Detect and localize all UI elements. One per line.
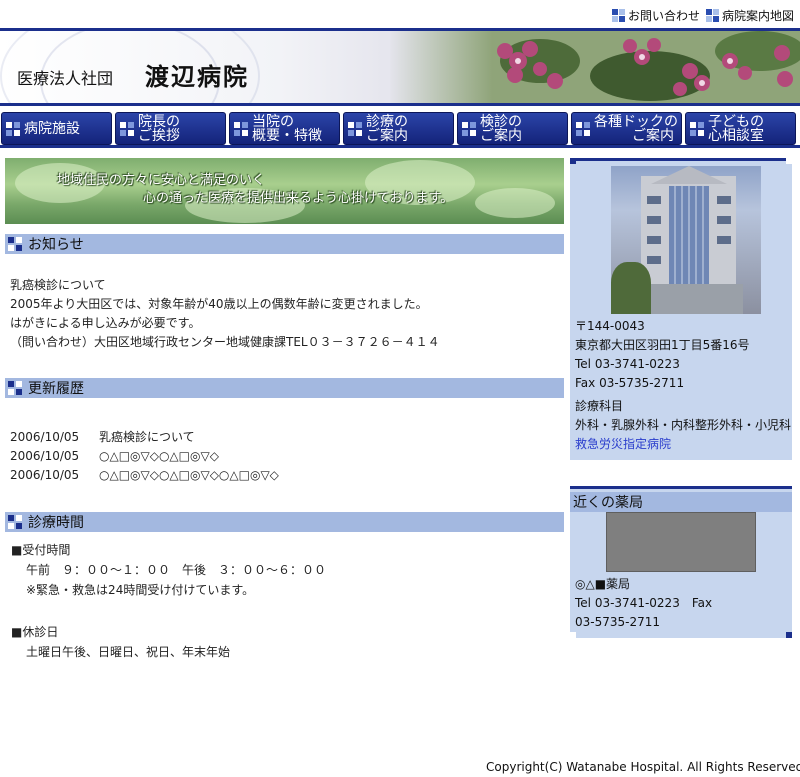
pharmacy-title: 近くの薬局 (573, 495, 643, 511)
nav-treatment-guide[interactable]: 診療の ご案内 (343, 112, 454, 145)
checker-bullet-icon (690, 121, 704, 136)
pharmacy-fax-number: 03-5735-2711 (575, 615, 661, 629)
logo-org-type: 医療法人社団 (17, 69, 114, 88)
checker-bullet-icon (705, 8, 719, 22)
dept-list: 外科・乳腺外科・内科整形外科・小児科 (575, 418, 792, 432)
nav-overview[interactable]: 当院の 概要・特徴 (229, 112, 340, 145)
nav-label-line2: ご案内 (632, 127, 674, 144)
history-row: 2006/10/05 乳癌検診について (10, 428, 564, 447)
news-line: 2005年より大田区では、対象年齢が40歳以上の偶数年齢に変更されました。 (10, 297, 428, 311)
main-nav: 病院施設 院長の ご挨拶 当院の 概要・特徴 診療の ご案内 検診の ご案内 各種ドック… (0, 112, 800, 148)
history-text: ○△□◎▽◇○△□◎▽◇○△□◎▽◇ (99, 468, 279, 482)
news-section-header: お知らせ (5, 234, 564, 254)
news-line: はがきによる申し込みが必要です。 (10, 316, 201, 330)
emergency-note: ※緊急・救急は24時間受け付けています。 (26, 583, 255, 597)
nav-child-counseling[interactable]: 子どもの 心相談室 (685, 112, 796, 145)
hospital-address-block: 〒144-0043 東京都大田区羽田1丁目5番16号 Tel 03-3741-0… (575, 317, 792, 454)
nav-checkup-guide[interactable]: 検診の ご案内 (457, 112, 568, 145)
news-line: 乳癌検診について (10, 278, 106, 292)
nav-label-line2: ご案内 (480, 127, 522, 144)
history-list: 2006/10/05 乳癌検診について 2006/10/05 ○△□◎▽◇○△□◎▽… (5, 398, 564, 485)
fax: Fax 03-5735-2711 (575, 376, 685, 390)
hours-section-header: 診療時間 (5, 512, 564, 532)
history-row: 2006/10/05 ○△□◎▽◇○△□◎▽◇○△□◎▽◇ (10, 466, 564, 485)
decorative-leaf (475, 188, 555, 218)
postal-code: 〒144-0043 (575, 319, 645, 333)
news-body: 乳癌検診について 2005年より大田区では、対象年齢が40歳以上の偶数年齢に変更… (5, 254, 564, 352)
checker-bullet-icon (8, 515, 22, 529)
hero-slogan: 地域住民の方々に安心と満足のいく 心の通った医療を提供出来るよう心掛けております… (57, 172, 453, 208)
hospital-info-box: 〒144-0043 東京都大田区羽田1丁目5番16号 Tel 03-3741-0… (570, 158, 792, 460)
checker-bullet-icon (234, 121, 248, 136)
hours-body: ■受付時間 午前 ９：００～１：００ 午後 ３：００～６：００ ※緊急・救急は2… (5, 532, 564, 662)
news-line: （問い合わせ）大田区地域行政センター地域健康課TEL０３－３７２６－４１４ (10, 335, 440, 349)
map-link-label: 病院案内地図 (721, 8, 794, 23)
nav-label-line2: 概要・特徴 (252, 127, 322, 144)
checker-bullet-icon (8, 381, 22, 395)
dept-title: 診療科目 (575, 399, 624, 413)
history-section-header: 更新履歴 (5, 378, 564, 398)
nav-facilities[interactable]: 病院施設 (1, 112, 112, 145)
closed-label: ■休診日 (11, 625, 59, 639)
address: 東京都大田区羽田1丁目5番16号 (575, 338, 750, 352)
contact-link-label: お問い合わせ (627, 8, 700, 23)
top-utility-links: お問い合わせ 病院案内地図 (611, 5, 794, 25)
pharmacy-info: ◎△■薬局 Tel 03-3741-0223 Fax 03-5735-2711 (570, 575, 792, 632)
pharmacy-box: 近くの薬局 ◎△■薬局 Tel 03-3741-0223 Fax 03-5735… (570, 158, 792, 638)
hero-line1: 地域住民の方々に安心と満足のいく (57, 173, 266, 188)
site-header: 医療法人社団 渡辺病院 (0, 28, 800, 106)
nav-label-line2: ご挨拶 (138, 127, 180, 144)
history-row: 2006/10/05 ○△□◎▽◇○△□◎▽◇ (10, 447, 564, 466)
history-title: 更新履歴 (28, 381, 84, 397)
pharmacy-name: ◎△■薬局 (575, 577, 631, 591)
checker-bullet-icon (462, 121, 476, 136)
checker-bullet-icon (576, 121, 590, 136)
reception-label: ■受付時間 (11, 543, 71, 557)
history-date: 2006/10/05 (10, 449, 80, 463)
pharmacy-section-header: 近くの薬局 (570, 158, 792, 638)
pharmacy-tel-fax: Tel 03-3741-0223 Fax (575, 596, 713, 610)
nav-director-greeting[interactable]: 院長の ご挨拶 (115, 112, 226, 145)
checker-bullet-icon (348, 121, 362, 136)
hero-banner: 地域住民の方々に安心と満足のいく 心の通った医療を提供出来るよう心掛けております… (5, 158, 564, 224)
checker-bullet-icon (120, 121, 134, 136)
map-link[interactable]: 病院案内地図 (705, 7, 794, 24)
closed-days: 土曜日午後、日曜日、祝日、年末年始 (26, 645, 231, 659)
hero-line2: 心の通った医療を提供出来るよう心掛けております。 (143, 191, 454, 206)
contact-link[interactable]: お問い合わせ (611, 7, 700, 24)
checker-bullet-icon (611, 8, 625, 22)
checker-bullet-icon (8, 237, 22, 251)
history-date: 2006/10/05 (10, 468, 80, 482)
hospital-building-photo (611, 166, 761, 314)
history-text: 乳癌検診について (99, 430, 195, 444)
footer-copyright: Copyright(C) Watanabe Hospital. All Righ… (486, 760, 800, 774)
nav-label: 病院施設 (24, 120, 80, 137)
tel: Tel 03-3741-0223 (575, 357, 680, 371)
hours-title: 診療時間 (28, 515, 84, 531)
nav-label-line2: 心相談室 (708, 127, 764, 144)
nav-dock-guide[interactable]: 各種ドックの ご案内 (571, 112, 682, 145)
history-text: ○△□◎▽◇○△□◎▽◇ (99, 449, 219, 463)
pharmacy-photo-placeholder (606, 512, 756, 572)
nav-label-line2: ご案内 (366, 127, 408, 144)
reception-time: 午前 ９：００～１：００ 午後 ３：００～６：００ (26, 563, 327, 577)
checker-bullet-icon (6, 121, 20, 136)
logo-hospital-name: 渡辺病院 (145, 62, 249, 91)
flower-header-photo (390, 31, 800, 103)
history-date: 2006/10/05 (10, 430, 80, 444)
main-content: 地域住民の方々に安心と満足のいく 心の通った医療を提供出来るよう心掛けております… (5, 158, 564, 662)
sidebar: 〒144-0043 東京都大田区羽田1丁目5番16号 Tel 03-3741-0… (570, 158, 792, 638)
designation-link[interactable]: 救急労災指定病院 (575, 437, 671, 451)
news-title: お知らせ (28, 237, 84, 253)
